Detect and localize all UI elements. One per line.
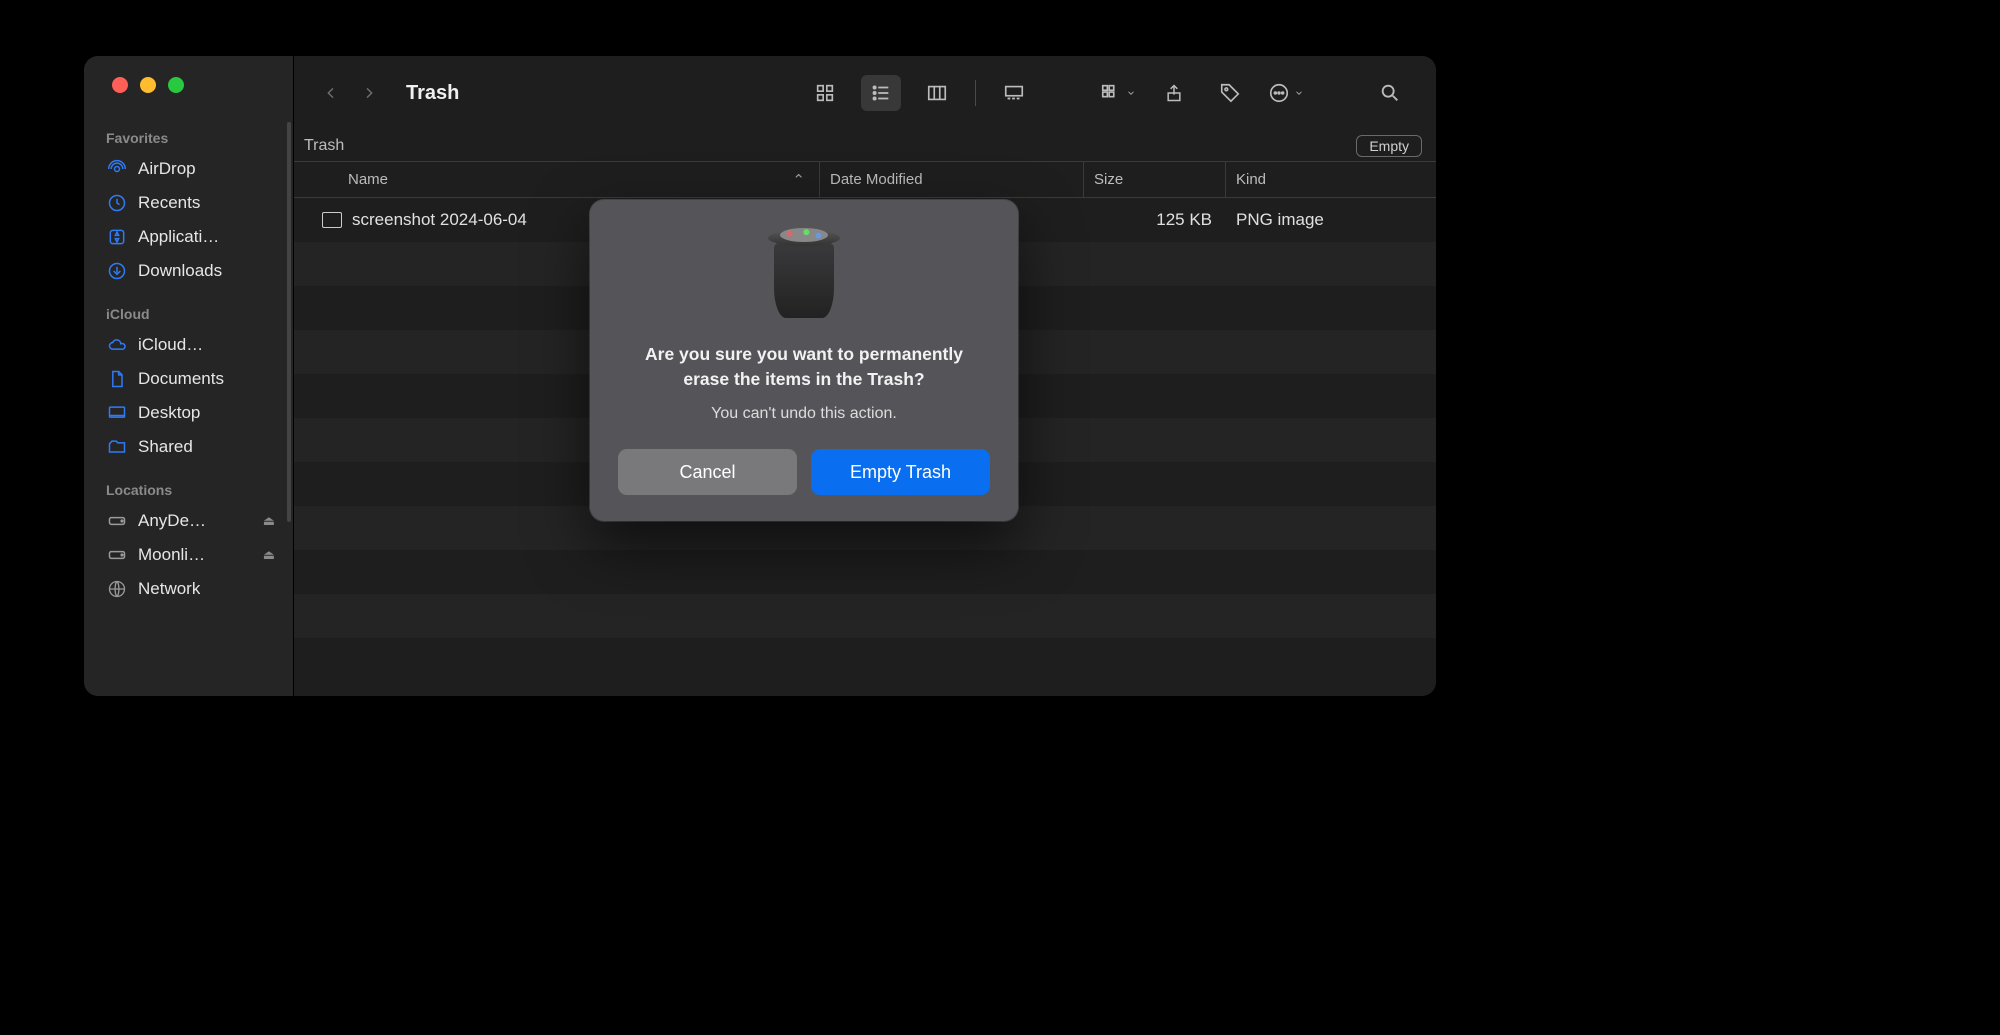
downloads-icon [106,260,128,282]
nav-back-button[interactable] [316,78,346,108]
window-close-button[interactable] [112,77,128,93]
column-label: Size [1094,171,1123,188]
cloud-icon [106,334,128,356]
actions-button[interactable] [1266,75,1306,111]
file-size-cell: 125 KB [1084,210,1226,230]
sidebar-item-documents[interactable]: Documents [84,362,293,396]
search-button[interactable] [1370,75,1410,111]
disk-icon [106,544,128,566]
empty-row [294,550,1436,594]
file-kind-cell: PNG image [1226,210,1436,230]
dialog-subtitle: You can't undo this action. [711,405,897,423]
sidebar-item-label: Desktop [138,403,200,423]
column-label: Name [348,171,388,188]
dialog-title: Are you sure you want to permanently era… [634,342,974,391]
applications-icon [106,226,128,248]
dialog-buttons: Cancel Empty Trash [618,449,990,495]
empty-row [294,638,1436,682]
empty-row [294,594,1436,638]
sidebar-item-label: iCloud… [138,335,203,355]
network-globe-icon [106,578,128,600]
document-icon [106,368,128,390]
sidebar-item-applications[interactable]: Applicati… [84,220,293,254]
airdrop-icon [106,158,128,180]
view-columns-button[interactable] [917,75,957,111]
sidebar-section-icloud: iCloud [84,288,293,328]
sidebar-item-location-0[interactable]: AnyDe… ⏏ [84,504,293,538]
subheader: Trash Empty [294,130,1436,162]
traffic-lights [84,56,293,112]
tags-button[interactable] [1210,75,1250,111]
column-header-size[interactable]: Size [1084,162,1226,197]
shared-folder-icon [106,436,128,458]
sidebar-item-shared[interactable]: Shared [84,430,293,464]
column-label: Date Modified [830,171,923,188]
sidebar-scrollbar[interactable] [287,122,291,522]
sidebar-item-icloud-drive[interactable]: iCloud… [84,328,293,362]
window-title: Trash [406,82,459,105]
sidebar-item-network[interactable]: Network [84,572,293,606]
location-label: Trash [304,137,344,155]
group-by-button[interactable] [1098,75,1138,111]
sidebar-item-label: AnyDe… [138,511,206,531]
empty-trash-button[interactable]: Empty [1356,135,1422,157]
column-headers: Name ⌃ Date Modified Size Kind [294,162,1436,198]
sidebar-section-favorites: Favorites [84,112,293,152]
eject-icon[interactable]: ⏏ [263,547,275,563]
sidebar: Favorites AirDrop Recents Applicati… Dow… [84,56,294,696]
sidebar-item-label: Downloads [138,261,222,281]
sidebar-section-locations: Locations [84,464,293,504]
sidebar-item-label: Moonli… [138,545,205,565]
sort-asc-icon: ⌃ [792,171,805,189]
nav-forward-button[interactable] [354,78,384,108]
sidebar-item-label: Network [138,579,200,599]
window-zoom-button[interactable] [168,77,184,93]
cancel-button[interactable]: Cancel [618,449,797,495]
sidebar-item-desktop[interactable]: Desktop [84,396,293,430]
sidebar-item-location-1[interactable]: Moonli… ⏏ [84,538,293,572]
trash-full-icon [768,230,840,318]
separator [975,80,976,106]
sidebar-item-label: Documents [138,369,224,389]
share-button[interactable] [1154,75,1194,111]
clock-icon [106,192,128,214]
sidebar-item-label: AirDrop [138,159,196,179]
file-name: screenshot 2024-06-04 [352,210,527,230]
view-icons-button[interactable] [805,75,845,111]
image-file-icon [322,212,342,228]
view-list-button[interactable] [861,75,901,111]
column-header-name[interactable]: Name ⌃ [294,162,820,197]
column-header-kind[interactable]: Kind [1226,162,1436,197]
sidebar-item-label: Shared [138,437,193,457]
desktop-icon [106,402,128,424]
eject-icon[interactable]: ⏏ [263,513,275,529]
column-label: Kind [1236,171,1266,188]
sidebar-item-airdrop[interactable]: AirDrop [84,152,293,186]
sidebar-item-label: Applicati… [138,227,219,247]
sidebar-item-recents[interactable]: Recents [84,186,293,220]
sidebar-item-downloads[interactable]: Downloads [84,254,293,288]
window-minimize-button[interactable] [140,77,156,93]
sidebar-item-label: Recents [138,193,200,213]
view-gallery-button[interactable] [994,75,1034,111]
toolbar: Trash [294,56,1436,130]
empty-trash-dialog: Are you sure you want to permanently era… [590,200,1018,521]
disk-icon [106,510,128,532]
empty-trash-confirm-button[interactable]: Empty Trash [811,449,990,495]
column-header-date-modified[interactable]: Date Modified [820,162,1084,197]
